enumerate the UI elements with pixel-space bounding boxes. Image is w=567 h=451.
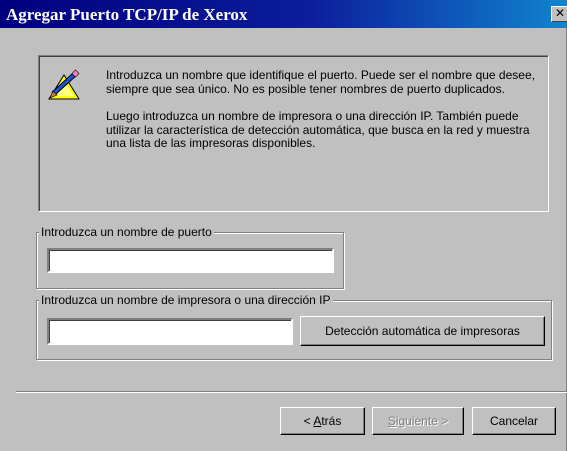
next-mnemonic: S: [387, 414, 396, 428]
window-title: Agregar Puerto TCP/IP de Xerox: [6, 5, 248, 24]
back-prefix: <: [303, 414, 314, 428]
close-icon: ✕: [554, 6, 566, 20]
printer-address-legend: Introduzca un nombre de impresora o una …: [39, 293, 333, 307]
title-bar[interactable]: Agregar Puerto TCP/IP de Xerox ✕: [0, 0, 567, 28]
port-name-input[interactable]: [47, 248, 334, 273]
port-name-legend: Introduzca un nombre de puerto: [39, 225, 214, 239]
wizard-pencil-icon: [48, 69, 80, 100]
back-button[interactable]: < Atrás: [280, 407, 365, 435]
next-rest: iguiente >: [395, 414, 449, 428]
separator: [16, 391, 567, 393]
info-paragraph-1: Introduzca un nombre que identifique el …: [106, 68, 535, 96]
next-button[interactable]: Siguiente >: [372, 407, 464, 435]
back-rest: trás: [321, 414, 342, 428]
printer-address-input[interactable]: [47, 318, 293, 345]
printer-address-group: Introduzca un nombre de impresora o una …: [36, 293, 552, 360]
auto-detect-printers-button[interactable]: Detección automática de impresoras: [300, 316, 545, 346]
port-name-group: Introduzca un nombre de puerto: [36, 225, 344, 289]
info-paragraph-2: Luego introduzca un nombre de impresora …: [106, 109, 530, 150]
close-button[interactable]: ✕: [551, 6, 567, 22]
info-text: Introduzca un nombre que identifique el …: [106, 68, 538, 151]
add-port-dialog: Agregar Puerto TCP/IP de Xerox ✕ Introdu…: [0, 0, 567, 451]
cancel-button[interactable]: Cancelar: [472, 407, 556, 435]
info-panel: Introduzca un nombre que identifique el …: [38, 55, 549, 212]
